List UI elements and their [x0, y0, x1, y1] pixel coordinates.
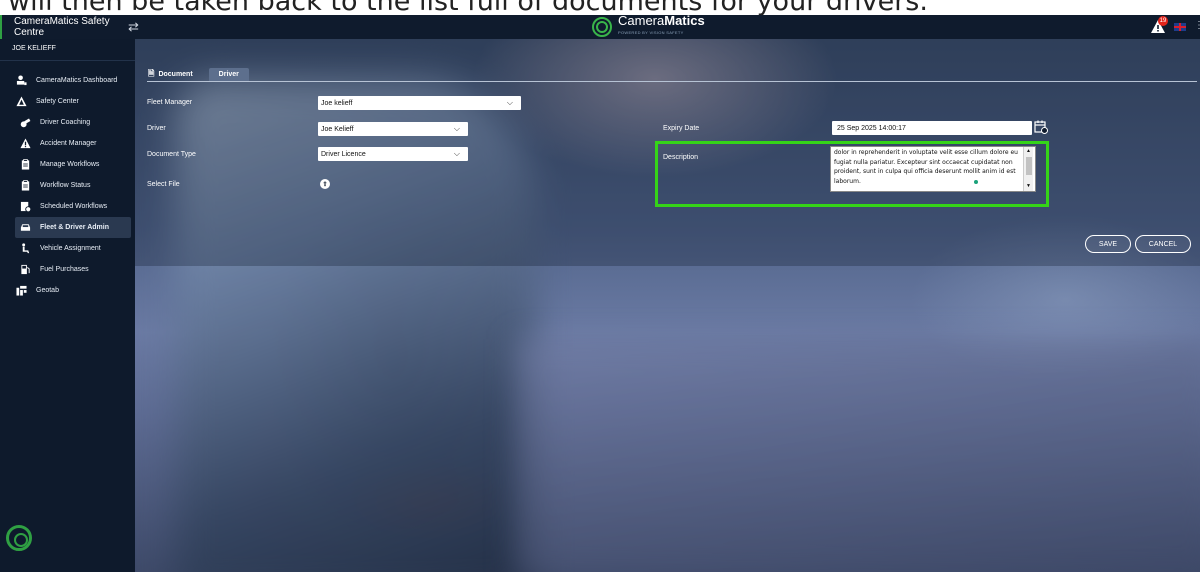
sidebar-nav: CameraMatics Dashboard Safety Center Drive…: [0, 70, 135, 301]
calendar-icon[interactable]: [1034, 120, 1048, 134]
sidebar-item-label: CameraMatics Dashboard: [36, 77, 118, 84]
tab-driver[interactable]: Driver: [208, 68, 249, 81]
clipboard-icon: [19, 159, 31, 171]
brand-name-light: Camera: [618, 13, 665, 28]
swap-icon[interactable]: ⇄: [128, 19, 139, 35]
sidebar-item-fleet-driver-admin[interactable]: Fleet & Driver Admin: [15, 217, 131, 238]
sidebar-item-manage-workflows[interactable]: Manage Workflows: [0, 154, 135, 175]
tab-bar: 🗎 Document Driver: [143, 68, 249, 81]
sidebar-item-label: Manage Workflows: [40, 161, 100, 168]
sidebar-item-accident-manager[interactable]: Accident Manager: [0, 133, 135, 154]
sidebar-item-label: Fleet & Driver Admin: [40, 224, 109, 231]
uk-flag-icon[interactable]: [1174, 23, 1186, 31]
top-app-bar: CameraMatics Safety Centre ⇄ CameraMatic…: [0, 13, 1200, 39]
sidebar-item-scheduled-workflows[interactable]: Scheduled Workflows: [0, 196, 135, 217]
sidebar-item-driver-coaching[interactable]: Driver Coaching: [0, 112, 135, 133]
sidebar-item-cameramatics-dashboard[interactable]: CameraMatics Dashboard: [0, 70, 135, 91]
sidebar-item-fuel-purchases[interactable]: Fuel Purchases: [0, 259, 135, 280]
schedule-icon: [19, 201, 31, 213]
driver-label: Driver: [147, 125, 166, 132]
fleet-manager-label: Fleet Manager: [147, 99, 193, 106]
sidebar-item-label: Scheduled Workflows: [40, 203, 108, 210]
document-type-value: Driver Licence: [321, 150, 366, 158]
sidebar-item-workflow-status[interactable]: Workflow Status: [0, 175, 135, 196]
upload-icon[interactable]: ⇧: [320, 179, 330, 189]
whistle-icon: [19, 117, 31, 129]
fuel-icon: [19, 264, 31, 276]
driver-select[interactable]: Joe Kelieff ⌵: [318, 122, 468, 136]
driver-value: Joe Kelieff: [321, 125, 354, 133]
cameramatics-logo: CameraMatics POWERED BY VISION SAFETY: [592, 13, 705, 38]
sidebar-item-geotab[interactable]: Geotab: [0, 280, 135, 301]
sidebar-item-label: Vehicle Assignment: [40, 245, 101, 252]
clipboard-icon: [19, 180, 31, 192]
person-seat-icon: [19, 243, 31, 255]
fleet-manager-select[interactable]: Joe kelieff ⌵: [318, 96, 521, 110]
brand-name-bold: Matics: [664, 13, 705, 28]
notification-count-badge: 19: [1158, 16, 1168, 26]
description-textarea[interactable]: dolor in reprehenderit in voluptate veli…: [830, 146, 1036, 192]
document-type-label: Document Type: [147, 151, 196, 158]
save-button[interactable]: SAVE: [1085, 235, 1131, 253]
cursor-indicator: [974, 180, 978, 184]
description-scrollbar[interactable]: ▲ ▼: [1023, 147, 1033, 191]
select-file-label: Select File: [147, 181, 180, 188]
description-label: Description: [663, 154, 699, 161]
tutorial-caption: will then be taken back to the list full…: [8, 0, 928, 16]
more-icon[interactable]: ⋮: [1194, 20, 1200, 31]
sidebar-item-label: Accident Manager: [40, 140, 97, 147]
notifications-button[interactable]: 19: [1150, 16, 1168, 35]
warning-triangle-icon: [15, 96, 27, 108]
scroll-thumb[interactable]: [1026, 157, 1032, 175]
alert-triangle-icon: [19, 138, 31, 150]
brand-tagline: POWERED BY VISION SAFETY: [618, 30, 684, 35]
app-title: CameraMatics Safety Centre: [0, 15, 122, 39]
fleet-manager-value: Joe kelieff: [321, 99, 353, 107]
tab-divider: [147, 81, 1197, 82]
sidebar-item-label: Geotab: [36, 287, 59, 294]
sidebar: JOE KELIEFF CameraMatics Dashboard Safety…: [0, 39, 135, 572]
scroll-down-arrow-icon[interactable]: ▼: [1026, 183, 1031, 189]
tab-document-label: Document: [158, 71, 193, 78]
sidebar-item-label: Driver Coaching: [40, 119, 91, 126]
chevron-down-icon: ⌵: [453, 149, 460, 158]
scroll-up-arrow-icon[interactable]: ▲: [1026, 148, 1031, 154]
document-icon: 🗎: [148, 68, 155, 78]
logo-mark-icon: [592, 17, 612, 37]
document-type-select[interactable]: Driver Licence ⌵: [318, 147, 468, 161]
background-road-image: [515, 339, 1200, 572]
main-content: 🗎 Document Driver Fleet Manager Joe kelie…: [135, 39, 1200, 572]
sidebar-item-label: Safety Center: [36, 98, 79, 105]
expiry-date-input[interactable]: 25 Sep 2025 14:00:17: [832, 121, 1032, 135]
user-name: JOE KELIEFF: [0, 39, 135, 61]
chevron-down-icon: ⌵: [453, 124, 460, 133]
geotab-icon: [15, 285, 27, 297]
sidebar-item-vehicle-assignment[interactable]: Vehicle Assignment: [0, 238, 135, 259]
cameramatics-footer-logo-icon: [6, 525, 32, 551]
chevron-down-icon: ⌵: [506, 98, 513, 107]
sidebar-item-label: Fuel Purchases: [40, 266, 89, 273]
dashboard-icon: [15, 75, 27, 87]
sidebar-item-safety-center[interactable]: Safety Center: [0, 91, 135, 112]
expiry-date-label: Expiry Date: [663, 125, 700, 132]
car-icon: [19, 222, 31, 234]
tab-document[interactable]: 🗎 Document: [143, 68, 201, 81]
sidebar-item-label: Workflow Status: [40, 182, 91, 189]
cancel-button[interactable]: CANCEL: [1135, 235, 1191, 253]
